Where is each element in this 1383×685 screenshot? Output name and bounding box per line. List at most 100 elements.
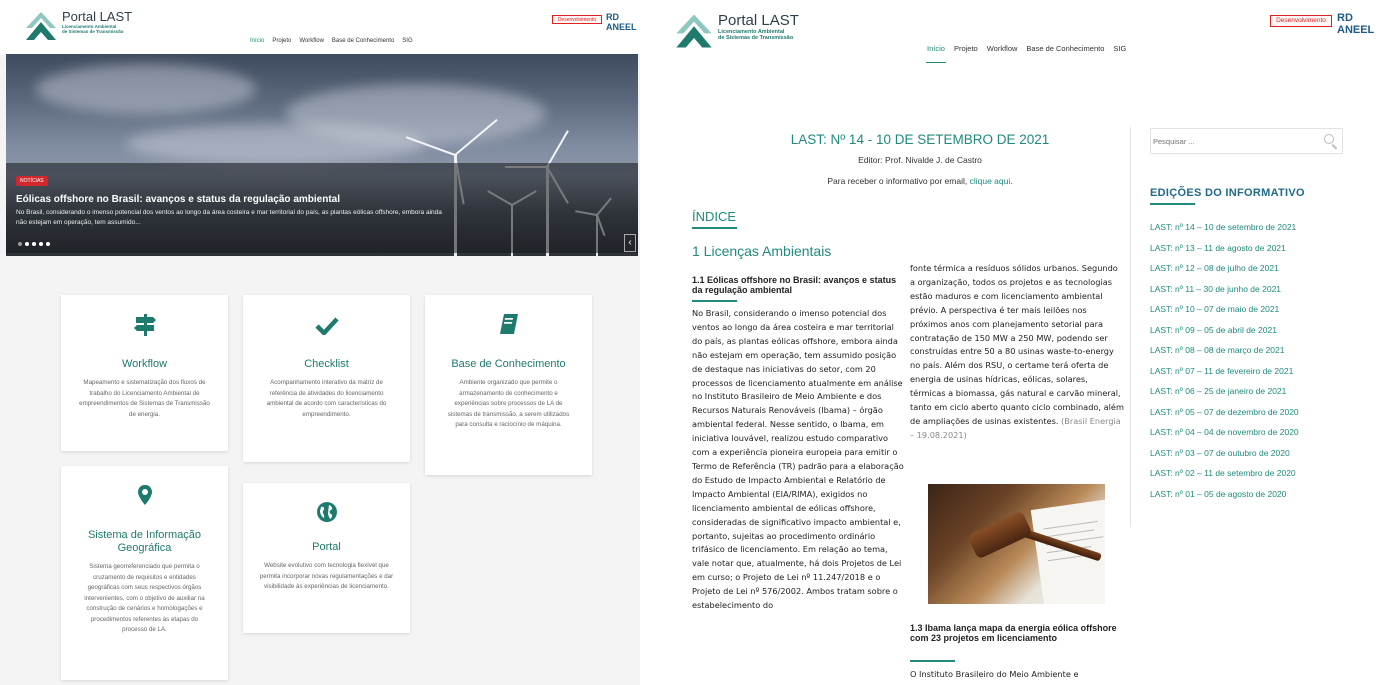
editions-list: LAST: nº 14 – 10 de setembro de 2021 LAS… [1150,222,1299,509]
carousel-dots [18,242,50,246]
card-title: Workflow [121,358,168,370]
card-description: Ambiente organizado que permite o armaze… [447,379,570,428]
gavel-head [967,510,1033,560]
nav-inicio[interactable]: Início [927,44,945,53]
site-header: Portal LAST Licenciamento Ambiental de S… [0,0,640,54]
hero-tag[interactable]: NOTÍCIAS [16,176,48,186]
card-description: Mapeamento e sistematização dos fluxos d… [79,379,210,418]
card-description: Website evolutivo com tecnologia flexíve… [259,562,394,590]
article-2-body: fonte térmica a resíduos sólidos urbanos… [910,262,1125,443]
carousel-dot[interactable] [46,242,50,246]
edition-link[interactable]: LAST: nº 02 – 11 de setembro de 2020 [1150,468,1299,489]
subscribe-end: . [1010,176,1013,186]
article-3-title[interactable]: 1.3 Ibama lança mapa da energia eólica o… [910,623,1120,643]
main-nav: Início Projeto Workflow Base de Conhecim… [927,44,1126,53]
logo-title: Portal LAST [62,9,133,24]
subscribe-text: Para receber o informativo por email, [827,176,970,186]
site-logo[interactable]: Portal LAST Licenciamento Ambiental de S… [674,12,799,50]
edition-link[interactable]: LAST: nº 04 – 04 de novembro de 2020 [1150,427,1299,448]
subscribe-link[interactable]: clique aqui [970,176,1011,186]
rd-aneel-logo: RD ANEEL [1337,12,1375,36]
edition-link[interactable]: LAST: nº 10 – 07 de maio de 2021 [1150,304,1299,325]
carousel-dot[interactable] [39,242,43,246]
card-title: Sistema de Informação Geográfica [87,529,202,554]
left-screenshot: Portal LAST Licenciamento Ambiental de S… [0,0,640,685]
map-marker-icon [61,484,228,511]
sidebar-divider [1130,127,1131,527]
nav-projeto[interactable]: Projeto [272,38,291,44]
signpost-icon [61,313,228,342]
card-sig[interactable]: Sistema de Informação Geográfica Sistema… [61,466,228,680]
edition-link[interactable]: LAST: nº 09 – 05 de abril de 2021 [1150,325,1299,346]
search-box[interactable] [1150,128,1343,154]
nav-workflow[interactable]: Workflow [987,44,1018,53]
article-2-text: fonte térmica a resíduos sólidos urbanos… [910,263,1124,426]
newsletter-editor: Editor: Prof. Nivalde J. de Castro [858,155,982,165]
article-3-body: O Instituto Brasileiro do Meio Ambiente … [910,669,1079,679]
nav-base-conhecimento[interactable]: Base de Conhecimento [1026,44,1104,53]
heading-underline [692,227,737,229]
edition-link[interactable]: LAST: nº 05 – 07 de dezembro de 2020 [1150,407,1299,428]
hero-excerpt: No Brasil, considerando o imenso potenci… [16,209,442,226]
carousel-dot[interactable] [18,242,22,246]
dev-badge: Desenvolvimento [552,15,602,24]
logo-mark-icon [676,14,712,48]
logo-mark-icon [26,12,56,40]
edition-link[interactable]: LAST: nº 08 – 08 de março de 2021 [1150,345,1299,366]
globe-icon [243,501,410,528]
edition-link[interactable]: LAST: nº 07 – 11 de fevereiro de 2021 [1150,366,1299,387]
newsletter-title: LAST: Nº 14 - 10 DE SETEMBRO DE 2021 [790,132,1050,147]
card-portal[interactable]: Portal Website evolutivo com tecnologia … [243,483,410,633]
main-nav: Início Projeto Workflow Base de Conhecim… [250,38,413,44]
nav-sig[interactable]: SIG [402,38,412,44]
nav-projeto[interactable]: Projeto [954,44,978,53]
logo-title: Portal LAST [718,12,799,29]
card-title: Checklist [304,358,349,370]
heading-underline [1150,203,1195,205]
newsletter-subscribe: Para receber o informativo por email, cl… [770,176,1070,186]
editions-heading: EDIÇÕES DO INFORMATIVO [1150,187,1305,199]
card-base-conhecimento[interactable]: Base de Conhecimento Ambiente organizado… [425,295,592,475]
nav-active-underline [926,62,946,63]
book-icon [425,313,592,340]
search-input[interactable] [1151,129,1321,153]
heading-underline [910,660,955,662]
logo-subtitle-2: de Sistemas de Transmissão [62,29,124,35]
edition-link[interactable]: LAST: nº 06 – 25 de janeiro de 2021 [1150,386,1299,407]
card-title: Base de Conhecimento [451,358,566,370]
card-checklist[interactable]: Checklist Acompanhamento interativo da m… [243,295,410,462]
edition-link[interactable]: LAST: nº 13 – 11 de agosto de 2021 [1150,243,1299,264]
logo-subtitle-2: de Sistemas de Transmissão [718,35,794,42]
heading-underline [692,300,737,302]
nav-sig[interactable]: SIG [1113,44,1126,53]
dev-badge: Desenvolvimento [1270,15,1332,27]
edition-link[interactable]: LAST: nº 14 – 10 de setembro de 2021 [1150,222,1299,243]
article-1-body: No Brasil, considerando o imenso potenci… [692,308,904,611]
site-logo[interactable]: Portal LAST Licenciamento Ambiental de S… [24,10,132,42]
edition-link[interactable]: LAST: nº 11 – 30 de junho de 2021 [1150,284,1299,305]
rd-aneel-logo: RD ANEEL [606,12,637,32]
card-title: Portal [312,541,341,553]
nav-base-conhecimento[interactable]: Base de Conhecimento [332,38,394,44]
check-icon [243,317,410,340]
edition-link[interactable]: LAST: nº 12 – 08 de julho de 2021 [1150,263,1299,284]
article-1-title[interactable]: 1.1 Eólicas offshore no Brasil: avanços … [692,275,902,295]
gavel-photo [928,484,1105,604]
edition-link[interactable]: LAST: nº 01 – 05 de agosto de 2020 [1150,489,1299,510]
hero-carousel[interactable]: NOTÍCIAS Eólicas offshore no Brasil: ava… [6,54,638,256]
carousel-dot[interactable] [32,242,36,246]
nav-inicio[interactable]: Início [250,38,264,44]
edition-link[interactable]: LAST: nº 03 – 07 de outubro de 2020 [1150,448,1299,469]
carousel-dot[interactable] [25,242,29,246]
section-heading: 1 Licenças Ambientais [692,243,832,259]
card-description: Acompanhamento interativo da matriz de r… [266,379,387,418]
hero-title[interactable]: Eólicas offshore no Brasil: avanços e st… [16,194,340,205]
card-workflow[interactable]: Workflow Mapeamento e sistematização dos… [61,295,228,451]
nav-workflow[interactable]: Workflow [299,38,324,44]
carousel-prev-arrow[interactable]: ‹ [624,234,636,252]
right-screenshot: Portal LAST Licenciamento Ambiental de S… [660,0,1383,685]
card-description: Sistema georreferenciado que permita o c… [84,563,205,633]
index-heading: ÍNDICE [692,209,737,224]
site-header: Portal LAST Licenciamento Ambiental de S… [660,0,1383,70]
search-icon[interactable] [1324,134,1334,144]
